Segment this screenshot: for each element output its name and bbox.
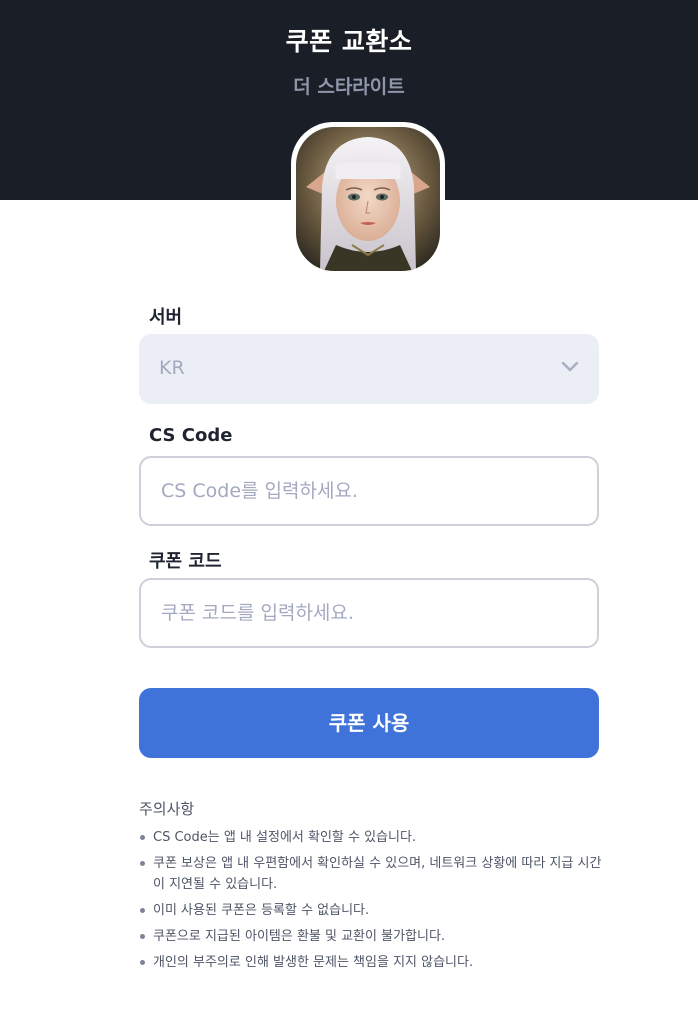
chevron-down-icon <box>561 361 579 372</box>
notice-item-text: 이미 사용된 쿠폰은 등록할 수 없습니다. <box>153 903 370 918</box>
notice-item: 개인의 부주의로 인해 발생한 문제는 책임을 지지 않습니다. <box>139 952 609 973</box>
page-title: 쿠폰 교환소 <box>285 27 413 56</box>
bullet-icon <box>140 908 145 913</box>
use-coupon-button[interactable]: 쿠폰 사용 <box>139 688 599 758</box>
notice-item: 쿠폰 보상은 앱 내 우편함에서 확인하실 수 있으며, 네트워크 상황에 따라… <box>139 853 609 895</box>
bullet-icon <box>140 861 145 866</box>
cs-code-label: CS Code <box>149 425 233 446</box>
server-select-value: KR <box>159 357 185 379</box>
game-character-art <box>296 127 440 271</box>
notice-item-text: CS Code는 앱 내 설정에서 확인할 수 있습니다. <box>153 830 417 845</box>
coupon-code-input[interactable] <box>139 578 599 648</box>
server-select[interactable]: KR <box>139 334 599 404</box>
bullet-icon <box>140 960 145 965</box>
cs-code-input[interactable] <box>139 456 599 526</box>
server-label: 서버 <box>149 307 183 328</box>
notice-item-text: 개인의 부주의로 인해 발생한 문제는 책임을 지지 않습니다. <box>153 955 474 970</box>
notice-item: CS Code는 앱 내 설정에서 확인할 수 있습니다. <box>139 827 609 848</box>
notice-item: 이미 사용된 쿠폰은 등록할 수 없습니다. <box>139 900 609 921</box>
notice-item-text: 쿠폰 보상은 앱 내 우편함에서 확인하실 수 있으며, 네트워크 상황에 따라… <box>153 856 602 892</box>
bullet-icon <box>140 835 145 840</box>
game-character-icon <box>291 122 445 276</box>
notice-item-text: 쿠폰으로 지급된 아이템은 환불 및 교환이 불가합니다. <box>153 929 446 944</box>
notice-title: 주의사항 <box>139 800 195 818</box>
notice-list: CS Code는 앱 내 설정에서 확인할 수 있습니다. 쿠폰 보상은 앱 내… <box>139 827 609 978</box>
bullet-icon <box>140 934 145 939</box>
game-name: 더 스타라이트 <box>293 76 405 98</box>
notice-item: 쿠폰으로 지급된 아이템은 환불 및 교환이 불가합니다. <box>139 926 609 947</box>
coupon-code-label: 쿠폰 코드 <box>149 551 222 572</box>
